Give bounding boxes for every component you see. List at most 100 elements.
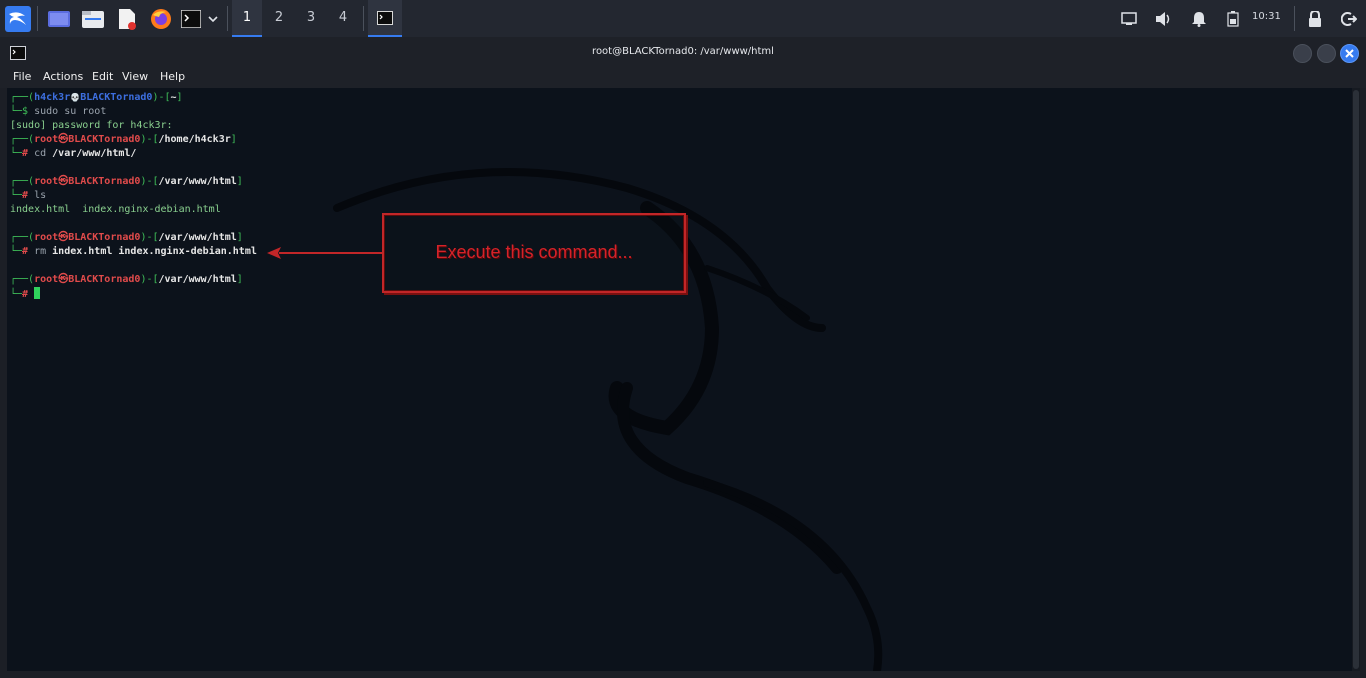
window-titlebar[interactable]: root@BLACKTornad0: /var/www/html (0, 37, 1366, 68)
prompt-frame: ┌──( (10, 232, 35, 243)
prompt-hash: # (22, 190, 35, 201)
volume-button[interactable] (1153, 4, 1175, 33)
prompt-at: ㉿ (58, 274, 69, 285)
lock-screen-button[interactable] (1305, 4, 1325, 33)
command-line: └─# ls (10, 189, 46, 203)
terminal-icon (181, 9, 201, 28)
notifications-button[interactable] (1188, 4, 1210, 33)
workspace-label: 2 (274, 10, 284, 25)
logout-button[interactable] (1338, 4, 1360, 33)
workspace-3[interactable]: 3 (296, 0, 326, 35)
lock-icon (1309, 10, 1321, 27)
text-cursor (34, 287, 41, 299)
command-line: └─$ sudo su root (10, 105, 106, 119)
prompt-user: h4ck3r (34, 92, 71, 103)
firefox-button[interactable] (148, 4, 174, 33)
command-argument: index.html index.nginx-debian.html (46, 246, 257, 257)
prompt-at: ㉿ (58, 176, 69, 187)
menu-bar: File Actions Edit View Help (0, 68, 1366, 88)
file-manager-button[interactable] (80, 4, 106, 33)
text-editor-icon (119, 8, 136, 30)
prompt-frame: ┌──( (10, 274, 35, 285)
prompt-hash: # (22, 246, 35, 257)
menu-actions[interactable]: Actions (43, 70, 83, 83)
menu-view[interactable]: View (122, 70, 148, 83)
command-line: └─# cd /var/www/html/ (10, 147, 136, 161)
annotation-text: Execute this command... (435, 242, 633, 262)
close-button[interactable] (1340, 44, 1359, 63)
prompt-symbol: └─ (10, 289, 23, 300)
terminal-icon (377, 10, 393, 25)
prompt-frame: ] (230, 134, 237, 145)
show-desktop-button[interactable] (46, 4, 72, 33)
display-button[interactable] (1118, 4, 1140, 33)
prompt-user: root (34, 176, 59, 187)
window-title: root@BLACKTornad0: /var/www/html (592, 46, 774, 57)
prompt-user: root (34, 232, 59, 243)
terminal-launcher-button[interactable] (180, 4, 202, 33)
annotation-callout-box: Execute this command... (382, 213, 686, 293)
prompt-symbol: └─ (10, 148, 23, 159)
prompt-host: BLACKTornad0 (68, 232, 141, 243)
terminal-window: root@BLACKTornad0: /var/www/html File Ac… (0, 37, 1366, 678)
terminal-output[interactable]: ┌──(h4ck3r💀BLACKTornad0)-[~] └─$ sudo su… (7, 88, 1352, 671)
prompt-symbol: └─ (10, 246, 23, 257)
minimize-button[interactable] (1293, 44, 1312, 63)
prompt-frame: ] (236, 176, 243, 187)
prompt-frame: ] (236, 274, 243, 285)
command-text: rm (34, 246, 47, 257)
workspace-4[interactable]: 4 (328, 0, 358, 35)
workspace-label: 4 (338, 10, 348, 25)
panel-separator (1294, 6, 1295, 31)
battery-icon (1227, 10, 1239, 27)
workspace-show-desktop-icon (48, 10, 70, 27)
volume-icon (1156, 11, 1170, 26)
prompt-symbol: └─$ (10, 106, 35, 117)
menu-file[interactable]: File (13, 70, 31, 83)
prompt-frame: )-[ (140, 232, 159, 243)
prompt-line: ┌──(h4ck3r💀BLACKTornad0)-[~] (10, 91, 183, 105)
panel-separator (363, 6, 364, 31)
command-text: ls (34, 190, 47, 201)
kali-menu-icon (5, 5, 31, 32)
prompt-frame: ] (176, 92, 183, 103)
prompt-host: BLACKTornad0 (68, 274, 141, 285)
prompt-frame: )-[ (140, 134, 159, 145)
prompt-at: ㉿ (58, 134, 69, 145)
output-line: index.html index.nginx-debian.html (10, 204, 221, 215)
taskbar-terminal-window[interactable] (368, 0, 402, 37)
command-text: sudo su root (34, 106, 107, 117)
prompt-host: BLACKTornad0 (80, 92, 153, 103)
prompt-user: root (34, 274, 59, 285)
file-manager-icon (82, 10, 104, 28)
clock[interactable]: 10:31 (1252, 11, 1281, 22)
prompt-line: ┌──(root㉿BLACKTornad0)-[/var/www/html] (10, 175, 243, 189)
prompt-dir: /home/h4ck3r (158, 134, 231, 145)
prompt-frame: )-[ (140, 274, 159, 285)
workspace-1[interactable]: 1 (232, 0, 262, 37)
prompt-line: ┌──(root㉿BLACKTornad0)-[/var/www/html] (10, 273, 243, 287)
battery-button[interactable] (1223, 4, 1243, 33)
prompt-frame: ] (236, 232, 243, 243)
maximize-button[interactable] (1317, 44, 1336, 63)
launcher-dropdown[interactable] (205, 4, 221, 33)
prompt-at: ㉿ (58, 232, 69, 243)
prompt-frame: ┌──( (10, 176, 35, 187)
scrollbar-thumb[interactable] (1353, 90, 1359, 669)
chevron-down-icon (208, 15, 218, 22)
prompt-frame: ┌──( (10, 134, 35, 145)
prompt-host: BLACKTornad0 (68, 176, 141, 187)
terminal-scrollbar[interactable] (1352, 88, 1360, 671)
prompt-hash: # (22, 289, 35, 300)
prompt-line: ┌──(root㉿BLACKTornad0)-[/var/www/html] (10, 231, 243, 245)
workspace-2[interactable]: 2 (264, 0, 294, 35)
menu-edit[interactable]: Edit (92, 70, 113, 83)
kali-menu-button[interactable] (4, 4, 32, 33)
prompt-hash: # (22, 148, 35, 159)
top-panel: 1 2 3 4 10:31 (0, 0, 1366, 38)
command-line: └─# (10, 287, 41, 301)
prompt-frame: )-[ (152, 92, 171, 103)
skull-icon: 💀 (70, 93, 81, 102)
menu-help[interactable]: Help (160, 70, 185, 83)
text-editor-button[interactable] (114, 4, 140, 33)
